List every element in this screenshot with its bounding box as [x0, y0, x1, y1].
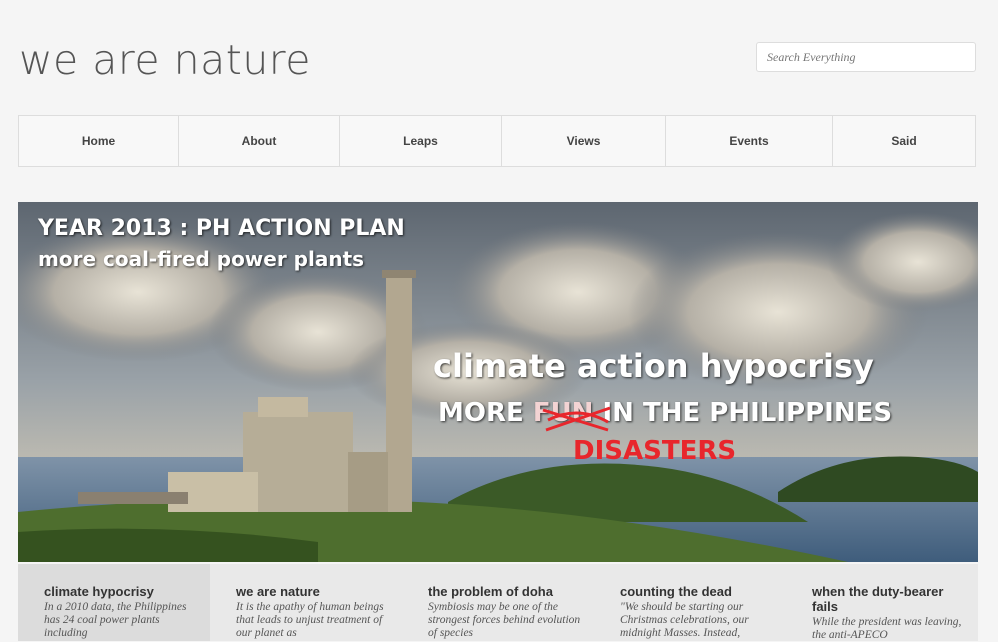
hero-subheadline: more coal-fired power plants [38, 247, 365, 271]
post-title[interactable]: we are nature [236, 584, 390, 599]
nav-item-said[interactable]: Said [833, 116, 975, 166]
nav-item-leaps[interactable]: Leaps [340, 116, 502, 166]
hero-banner[interactable]: YEAR 2013 : PH ACTION PLAN more coal-fir… [18, 202, 978, 562]
hero-slogan: MORE FUN IN THE PHILIPPINES [438, 398, 892, 428]
post-card[interactable]: the problem of doha Symbiosis may be one… [402, 564, 594, 641]
search-input[interactable] [757, 43, 977, 71]
main-nav: Home About Leaps Views Events Said [18, 115, 976, 167]
post-excerpt: It is the apathy of human beings that le… [236, 601, 384, 639]
post-title[interactable]: when the duty-bearer fails [812, 584, 966, 614]
post-title[interactable]: climate hypocrisy [44, 584, 198, 599]
post-card[interactable]: counting the dead "We should be starting… [594, 564, 786, 641]
nav-item-events[interactable]: Events [666, 116, 833, 166]
post-card[interactable]: when the duty-bearer fails While the pre… [786, 564, 978, 641]
hero-tagline: climate action hypocrisy [433, 347, 874, 385]
hero-headline: YEAR 2013 : PH ACTION PLAN [38, 216, 405, 241]
post-excerpt: While the president was leaving, the ant… [812, 616, 962, 641]
post-title[interactable]: the problem of doha [428, 584, 582, 599]
post-excerpt: "We should be starting our Christmas cel… [620, 601, 749, 639]
post-excerpt: Symbiosis may be one of the strongest fo… [428, 601, 581, 639]
strikethrough-scribble-icon [542, 406, 611, 432]
post-excerpt: In a 2010 data, the Philippines has 24 c… [44, 601, 187, 639]
nav-item-about[interactable]: About [179, 116, 340, 166]
search-box[interactable] [756, 42, 977, 72]
nav-item-home[interactable]: Home [19, 116, 179, 166]
featured-posts: climate hypocrisy In a 2010 data, the Ph… [18, 564, 978, 641]
hero-replacement-word: DISASTERS [573, 436, 737, 466]
post-card[interactable]: we are nature It is the apathy of human … [210, 564, 402, 641]
site-logo[interactable]: we are nature [19, 36, 311, 84]
post-title[interactable]: counting the dead [620, 584, 774, 599]
hero-slogan-prefix: MORE [438, 398, 533, 428]
post-card[interactable]: climate hypocrisy In a 2010 data, the Ph… [18, 564, 210, 641]
nav-item-views[interactable]: Views [502, 116, 666, 166]
hero-slogan-suffix: IN THE PHILIPPINES [593, 398, 893, 428]
